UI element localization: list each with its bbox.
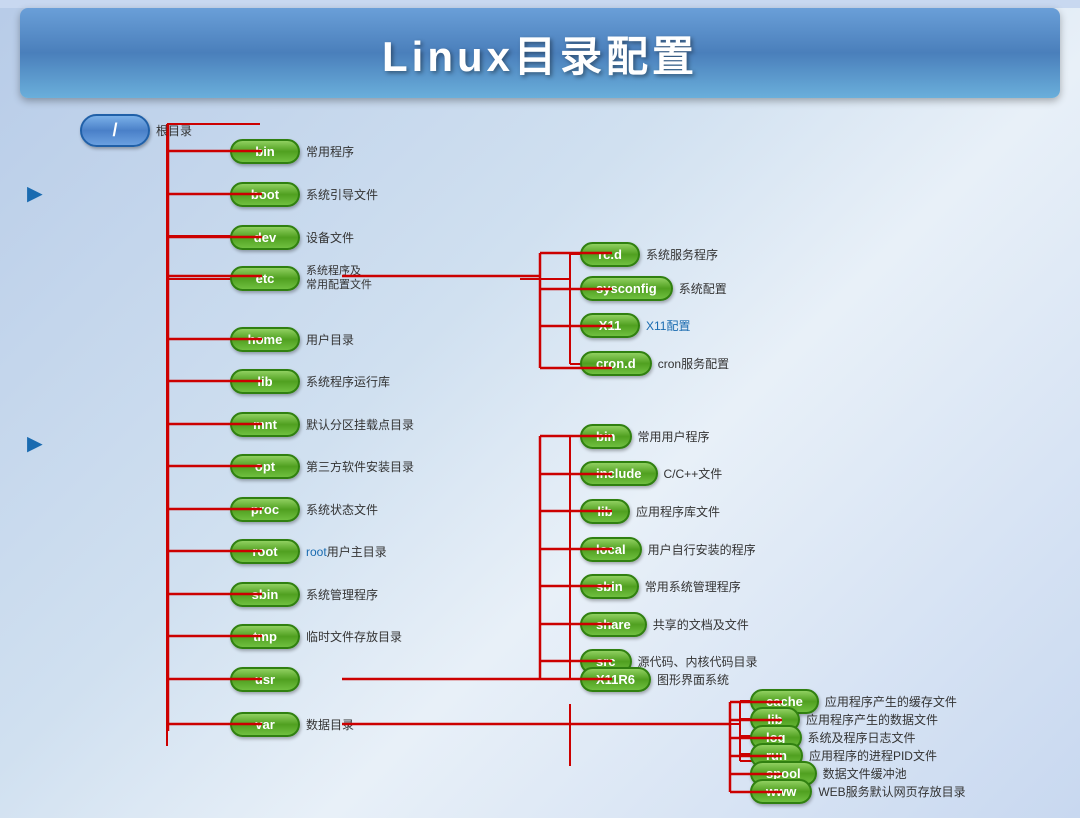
root-pill: / bbox=[80, 114, 150, 147]
rcd-node: rc.d 系统服务程序 bbox=[580, 242, 718, 267]
proc-label: 系统状态文件 bbox=[306, 501, 378, 518]
etc-label: 系统程序及常用配置文件 bbox=[306, 264, 372, 293]
header: Linux目录配置 bbox=[20, 8, 1060, 98]
bin-label: 常用程序 bbox=[306, 143, 354, 160]
boot-pill: boot bbox=[230, 182, 300, 207]
etc-pill: etc bbox=[230, 266, 300, 291]
mnt-label: 默认分区挂载点目录 bbox=[306, 416, 414, 433]
local-pill: local bbox=[580, 537, 642, 562]
arrow-1: ► bbox=[22, 178, 48, 209]
mnt-pill: mnt bbox=[230, 412, 300, 437]
share-label: 共享的文档及文件 bbox=[653, 616, 749, 633]
sysconfig-label: 系统配置 bbox=[679, 280, 727, 297]
x11r6-node: X11R6 图形界面系统 bbox=[580, 667, 729, 692]
home-pill: home bbox=[230, 327, 300, 352]
root-dir-pill: root bbox=[230, 539, 300, 564]
local-label: 用户自行安装的程序 bbox=[648, 541, 756, 558]
lib-pill: lib bbox=[230, 369, 300, 394]
dev-node: dev 设备文件 bbox=[230, 225, 354, 250]
boot-node: boot 系统引导文件 bbox=[230, 182, 378, 207]
x11-pill: X11 bbox=[580, 313, 640, 338]
include-pill: include bbox=[580, 461, 658, 486]
usr-bin-label: 常用用户程序 bbox=[638, 428, 710, 445]
usr-lib-node: lib 应用程序库文件 bbox=[580, 499, 720, 524]
opt-label: 第三方软件安装目录 bbox=[306, 458, 414, 475]
root-dir-node: root root用户主目录 bbox=[230, 539, 387, 564]
sbin-node: sbin 系统管理程序 bbox=[230, 582, 378, 607]
sysconfig-node: sysconfig 系统配置 bbox=[580, 276, 727, 301]
rcd-pill: rc.d bbox=[580, 242, 640, 267]
sysconfig-pill: sysconfig bbox=[580, 276, 673, 301]
root-label: 根目录 bbox=[156, 122, 192, 139]
tmp-label: 临时文件存放目录 bbox=[306, 628, 402, 645]
var-node: var 数据目录 bbox=[230, 712, 354, 737]
local-node: local 用户自行安装的程序 bbox=[580, 537, 756, 562]
www-node: www WEB服务默认网页存放目录 bbox=[750, 779, 966, 804]
include-node: include C/C++文件 bbox=[580, 461, 722, 486]
x11-label: X11配置 bbox=[646, 317, 690, 334]
share-pill: share bbox=[580, 612, 647, 637]
x11-node: X11 X11配置 bbox=[580, 313, 690, 338]
var-label: 数据目录 bbox=[306, 716, 354, 733]
root-dir-label: root用户主目录 bbox=[306, 543, 387, 560]
x11r6-pill: X11R6 bbox=[580, 667, 651, 692]
usr-node: usr bbox=[230, 667, 300, 692]
mnt-node: mnt 默认分区挂载点目录 bbox=[230, 412, 414, 437]
var-pill: var bbox=[230, 712, 300, 737]
usr-sbin-label: 常用系统管理程序 bbox=[645, 578, 741, 595]
bin-pill: bin bbox=[230, 139, 300, 164]
usr-lib-pill: lib bbox=[580, 499, 630, 524]
usr-sbin-node: sbin 常用系统管理程序 bbox=[580, 574, 741, 599]
root-node: / 根目录 bbox=[80, 114, 192, 147]
www-pill: www bbox=[750, 779, 812, 804]
dev-label: 设备文件 bbox=[306, 229, 354, 246]
proc-node: proc 系统状态文件 bbox=[230, 497, 378, 522]
usr-lib-label: 应用程序库文件 bbox=[636, 503, 720, 520]
crond-pill: cron.d bbox=[580, 351, 652, 376]
arrow-2: ► bbox=[22, 428, 48, 459]
lib-node: lib 系统程序运行库 bbox=[230, 369, 390, 394]
proc-pill: proc bbox=[230, 497, 300, 522]
tmp-node: tmp 临时文件存放目录 bbox=[230, 624, 402, 649]
usr-bin-node: bin 常用用户程序 bbox=[580, 424, 710, 449]
sbin-label: 系统管理程序 bbox=[306, 586, 378, 603]
boot-label: 系统引导文件 bbox=[306, 186, 378, 203]
dev-pill: dev bbox=[230, 225, 300, 250]
home-node: home 用户目录 bbox=[230, 327, 354, 352]
usr-bin-pill: bin bbox=[580, 424, 632, 449]
opt-node: opt 第三方软件安装目录 bbox=[230, 454, 414, 479]
crond-node: cron.d cron服务配置 bbox=[580, 351, 729, 376]
opt-pill: opt bbox=[230, 454, 300, 479]
sbin-pill: sbin bbox=[230, 582, 300, 607]
home-label: 用户目录 bbox=[306, 331, 354, 348]
x11r6-label: 图形界面系统 bbox=[657, 671, 729, 688]
rcd-label: 系统服务程序 bbox=[646, 246, 718, 263]
include-label: C/C++文件 bbox=[664, 465, 723, 482]
page-title: Linux目录配置 bbox=[382, 23, 698, 84]
share-node: share 共享的文档及文件 bbox=[580, 612, 749, 637]
lib-label: 系统程序运行库 bbox=[306, 373, 390, 390]
directory-tree: / 根目录 bin 常用程序 boot 系统引导文件 dev 设备文件 etc … bbox=[50, 106, 1080, 776]
crond-label: cron服务配置 bbox=[658, 355, 729, 372]
www-label: WEB服务默认网页存放目录 bbox=[818, 783, 965, 800]
tmp-pill: tmp bbox=[230, 624, 300, 649]
etc-node: etc 系统程序及常用配置文件 bbox=[230, 264, 372, 293]
usr-pill: usr bbox=[230, 667, 300, 692]
bin-node: bin 常用程序 bbox=[230, 139, 354, 164]
usr-sbin-pill: sbin bbox=[580, 574, 639, 599]
